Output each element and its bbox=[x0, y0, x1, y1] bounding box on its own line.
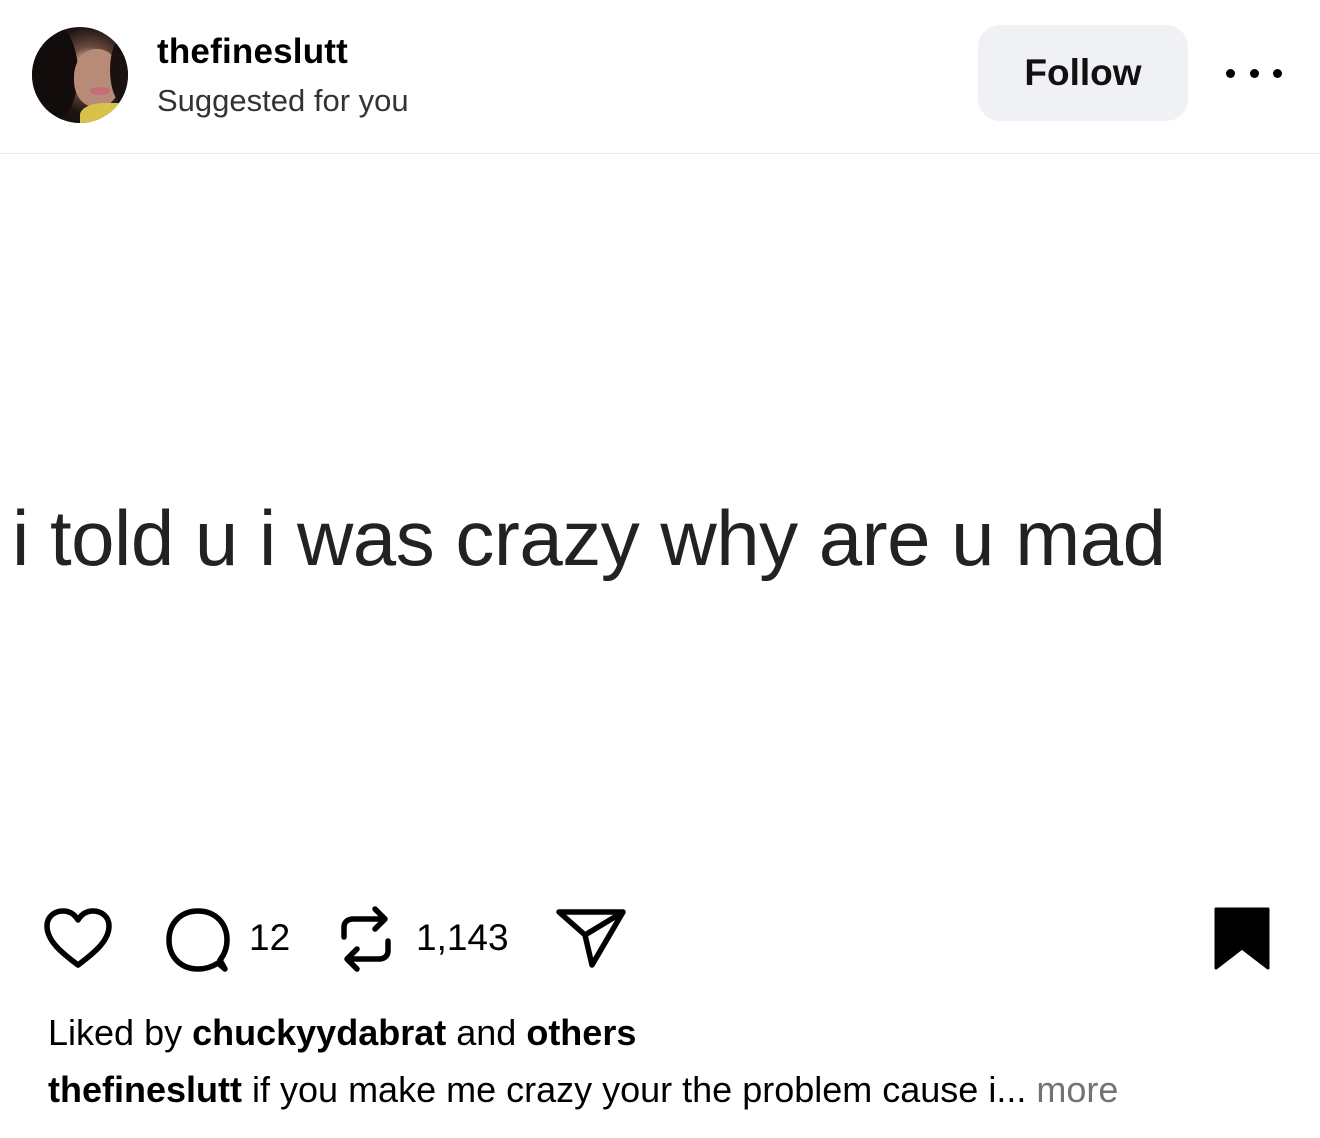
liked-by-others[interactable]: others bbox=[526, 1012, 636, 1053]
avatar-hair bbox=[32, 27, 78, 123]
send-icon[interactable] bbox=[554, 907, 628, 971]
dot bbox=[1226, 68, 1235, 78]
avatar-shirt bbox=[80, 103, 128, 123]
post-header: thefineslutt Suggested for you Follow bbox=[0, 0, 1320, 154]
post-container: thefineslutt Suggested for you Follow i … bbox=[0, 0, 1320, 1138]
caption-username[interactable]: thefineslutt bbox=[48, 1069, 242, 1110]
caption-text: if you make me crazy your the problem ca… bbox=[252, 1069, 1027, 1110]
comment-count: 12 bbox=[249, 917, 291, 958]
repost-icon[interactable] bbox=[336, 903, 396, 975]
liked-by-user[interactable]: chuckyydabrat bbox=[192, 1012, 446, 1053]
avatar[interactable] bbox=[32, 27, 128, 123]
dot bbox=[1249, 68, 1259, 78]
suggested-label: Suggested for you bbox=[157, 83, 409, 118]
bookmark-icon[interactable] bbox=[1212, 907, 1272, 971]
post-image-text: i told u i was crazy why are u mad bbox=[12, 494, 1166, 582]
dot bbox=[1273, 68, 1282, 78]
post-image[interactable]: i told u i was crazy why are u mad bbox=[0, 155, 1320, 890]
comment-bubble-icon[interactable] bbox=[164, 905, 234, 975]
follow-button[interactable]: Follow bbox=[978, 25, 1188, 121]
liked-by-line: Liked by chuckyydabrat and others bbox=[48, 1012, 636, 1054]
repost-count: 1,143 bbox=[416, 917, 509, 958]
avatar-lips bbox=[90, 87, 110, 95]
liked-by-prefix: Liked by bbox=[48, 1012, 183, 1053]
more-dots-icon[interactable] bbox=[1226, 60, 1282, 86]
liked-by-and: and bbox=[456, 1012, 517, 1053]
post-username[interactable]: thefineslutt bbox=[157, 32, 348, 72]
action-bar: 12 1,143 bbox=[0, 895, 1320, 985]
heart-icon[interactable] bbox=[42, 907, 114, 971]
caption-line: thefineslutt if you make me crazy your t… bbox=[48, 1069, 1118, 1111]
caption-more-link[interactable]: more bbox=[1036, 1069, 1118, 1110]
